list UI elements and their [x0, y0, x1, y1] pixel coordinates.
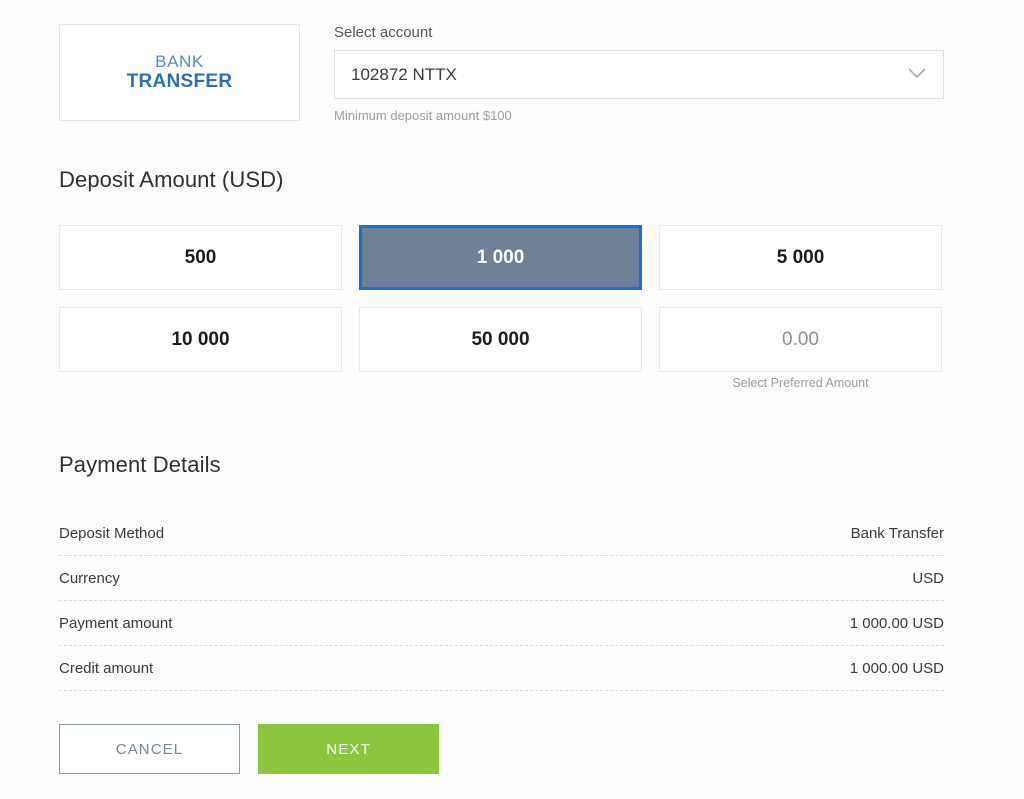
custom-amount-hint: Select Preferred Amount [659, 376, 942, 390]
table-row: Deposit Method Bank Transfer [59, 511, 944, 556]
custom-amount-input[interactable] [659, 307, 942, 372]
select-account-dropdown[interactable]: 102872 NTTX [334, 50, 944, 99]
amount-options-grid: 500 1 000 5 000 10 000 50 000 Select Pre… [59, 225, 944, 372]
selected-account-value: 102872 NTTX [351, 65, 457, 85]
deposit-amount-title: Deposit Amount (USD) [59, 167, 284, 193]
method-and-account-row: BANK TRANSFER Select account 102872 NTTX… [59, 24, 944, 123]
next-button[interactable]: NEXT [258, 724, 439, 774]
cancel-button[interactable]: CANCEL [59, 724, 240, 774]
detail-value-currency: USD [912, 570, 944, 587]
select-account-label: Select account [334, 24, 944, 41]
payment-method-card[interactable]: BANK TRANSFER [59, 24, 300, 121]
payment-details-title: Payment Details [59, 452, 221, 478]
deposit-page: BANK TRANSFER Select account 102872 NTTX… [0, 0, 1024, 799]
detail-label-currency: Currency [59, 570, 120, 587]
detail-label-deposit-method: Deposit Method [59, 525, 164, 542]
form-actions: CANCEL NEXT [59, 724, 439, 774]
table-row: Payment amount 1 000.00 USD [59, 601, 944, 646]
detail-label-credit-amount: Credit amount [59, 660, 153, 677]
amount-option-1000[interactable]: 1 000 [359, 225, 642, 290]
logo-line-transfer: TRANSFER [127, 71, 233, 92]
detail-label-payment-amount: Payment amount [59, 615, 172, 632]
payment-details-table: Deposit Method Bank Transfer Currency US… [59, 511, 944, 691]
amount-option-500[interactable]: 500 [59, 225, 342, 290]
logo-line-bank: BANK [127, 52, 233, 71]
detail-value-deposit-method: Bank Transfer [851, 525, 944, 542]
detail-value-credit-amount: 1 000.00 USD [850, 660, 944, 677]
amount-option-10000[interactable]: 10 000 [59, 307, 342, 372]
account-selector-block: Select account 102872 NTTX Minimum depos… [334, 24, 944, 123]
table-row: Credit amount 1 000.00 USD [59, 646, 944, 691]
minimum-deposit-hint: Minimum deposit amount $100 [334, 108, 944, 123]
bank-transfer-logo: BANK TRANSFER [127, 52, 233, 92]
amount-option-50000[interactable]: 50 000 [359, 307, 642, 372]
chevron-down-icon[interactable] [908, 66, 926, 84]
amount-option-5000[interactable]: 5 000 [659, 225, 942, 290]
custom-amount-cell: Select Preferred Amount [659, 307, 942, 372]
detail-value-payment-amount: 1 000.00 USD [850, 615, 944, 632]
table-row: Currency USD [59, 556, 944, 601]
